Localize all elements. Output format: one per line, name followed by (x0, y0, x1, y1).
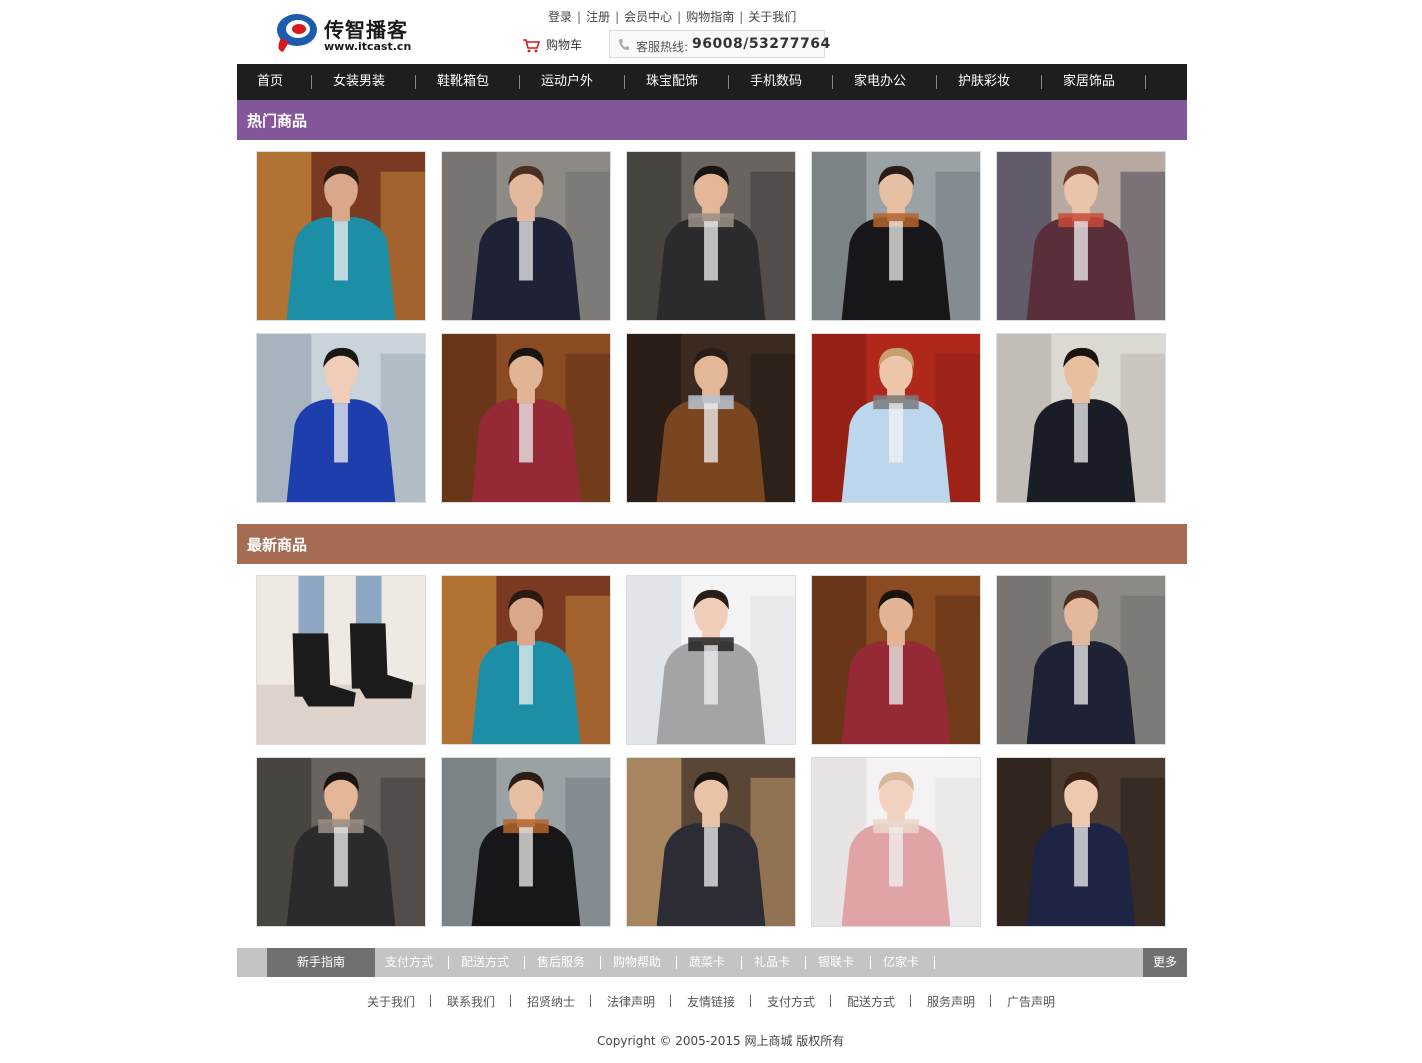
service-hotline: 客服热线: 96008/53277764 (609, 30, 830, 58)
new-products-header: 最新商品 (237, 524, 1187, 564)
footer-link-legal[interactable]: 法律声明 (607, 993, 655, 1010)
hotline-number: 96008/53277764 (692, 36, 831, 52)
hot-product-1[interactable] (256, 151, 426, 321)
cart-link[interactable]: 购物车 (522, 36, 582, 53)
nav-item-appliances[interactable]: 家电办公 (854, 64, 906, 100)
man-black-hoodie-icon (442, 758, 610, 926)
nav-item-shoes-bags[interactable]: 鞋靴箱包 (437, 64, 489, 100)
footer-help-bar: 新手指南 支付方式 配送方式 售后服务 购物帮助 蔬菜卡 礼品卡 银联卡 亿家卡… (237, 948, 1187, 977)
new-product-7[interactable] (441, 757, 611, 927)
woman-grey-dress-icon (627, 576, 795, 744)
footer-link-ads[interactable]: 广告声明 (1007, 993, 1055, 1010)
footer-item-payment[interactable]: 支付方式 (385, 948, 433, 977)
new-product-1[interactable] (256, 575, 426, 745)
man-scarf-skateboard-icon (627, 152, 795, 320)
login-link[interactable]: 登录 (548, 10, 572, 24)
brand-url: www.itcast.cn (324, 40, 412, 53)
copyright: Copyright © 2005-2015 网上商城 版权所有 (597, 1034, 845, 1048)
woman-dark-coat-icon (627, 758, 795, 926)
nav-item-digital[interactable]: 手机数码 (750, 64, 802, 100)
new-product-8[interactable] (626, 757, 796, 927)
new-products-title: 最新商品 (247, 536, 308, 554)
footer-link-delivery[interactable]: 配送方式 (847, 993, 895, 1010)
footer-link-payment[interactable]: 支付方式 (767, 993, 815, 1010)
footer-item-yijia-card[interactable]: 亿家卡 (883, 948, 919, 977)
footer-item-after-sales[interactable]: 售后服务 (537, 948, 585, 977)
footer-item-gift-card[interactable]: 礼品卡 (754, 948, 790, 977)
footer-link-contact[interactable]: 联系我们 (447, 993, 495, 1010)
footer-tab-newbie-guide[interactable]: 新手指南 (267, 948, 375, 977)
cart-label: 购物车 (546, 38, 583, 52)
nav-item-home[interactable]: 首页 (257, 64, 283, 100)
hot-product-7[interactable] (441, 333, 611, 503)
footer-link-about[interactable]: 关于我们 (367, 993, 415, 1010)
woman-pink-sweater-icon (812, 758, 980, 926)
logo-mark-icon (277, 14, 317, 52)
hot-product-6[interactable] (256, 333, 426, 503)
man-teal-jacket-icon (442, 576, 610, 744)
new-product-5[interactable] (996, 575, 1166, 745)
man-navy-knit-jacket-icon (997, 576, 1165, 744)
footer-links: 关于我们 联系我们 招贤纳士 法律声明 友情链接 支付方式 配送方式 服务声明 … (0, 993, 1422, 1009)
man-brown-jacket-icon (627, 334, 795, 502)
new-product-6[interactable] (256, 757, 426, 927)
brand-logo[interactable]: 传智播客 www.itcast.cn (273, 8, 413, 58)
footer-item-vegetable-card[interactable]: 蔬菜卡 (689, 948, 725, 977)
hot-product-10[interactable] (996, 333, 1166, 503)
man-navy-knit-jacket-icon (442, 152, 610, 320)
woman-blue-sweater-icon (257, 334, 425, 502)
new-product-10[interactable] (996, 757, 1166, 927)
man-scarf-skateboard-icon (257, 758, 425, 926)
man-teal-jacket-icon (257, 152, 425, 320)
footer-more-button[interactable]: 更多 (1143, 948, 1187, 977)
hot-product-4[interactable] (811, 151, 981, 321)
footer-item-delivery[interactable]: 配送方式 (461, 948, 509, 977)
nav-item-sports[interactable]: 运动户外 (541, 64, 593, 100)
man-black-jacket-icon (997, 334, 1165, 502)
member-center-link[interactable]: 会员中心 (624, 10, 672, 24)
footer-item-unionpay-card[interactable]: 银联卡 (818, 948, 854, 977)
man-red-sweater-icon (812, 576, 980, 744)
brand-name: 传智播客 (324, 18, 408, 42)
woman-navy-coat-icon (997, 758, 1165, 926)
phone-icon (619, 39, 629, 51)
black-ankle-boots-icon (257, 576, 425, 744)
hot-product-2[interactable] (441, 151, 611, 321)
hot-products-title: 热门商品 (247, 112, 308, 130)
hot-product-3[interactable] (626, 151, 796, 321)
about-us-link[interactable]: 关于我们 (748, 10, 796, 24)
hot-product-9[interactable] (811, 333, 981, 503)
cart-icon (523, 38, 541, 52)
new-product-2[interactable] (441, 575, 611, 745)
footer-item-shopping-help[interactable]: 购物帮助 (613, 948, 661, 977)
hot-products-header: 热门商品 (237, 100, 1187, 140)
nav-item-jewelry[interactable]: 珠宝配饰 (646, 64, 698, 100)
man-red-sweater-icon (442, 334, 610, 502)
footer-link-service[interactable]: 服务声明 (927, 993, 975, 1010)
new-product-9[interactable] (811, 757, 981, 927)
main-nav: 首页 女装男装 鞋靴箱包 运动户外 珠宝配饰 手机数码 家电办公 护肤彩妆 家居… (237, 64, 1187, 100)
nav-item-apparel[interactable]: 女装男装 (333, 64, 385, 100)
nav-item-home-decor[interactable]: 家居饰品 (1063, 64, 1115, 100)
hot-product-5[interactable] (996, 151, 1166, 321)
register-link[interactable]: 注册 (586, 10, 610, 24)
hotline-label: 客服热线: (636, 40, 689, 54)
nav-item-cosmetics[interactable]: 护肤彩妆 (958, 64, 1010, 100)
shopping-guide-link[interactable]: 购物指南 (686, 10, 734, 24)
man-light-blue-shirt-icon (812, 334, 980, 502)
hot-product-8[interactable] (626, 333, 796, 503)
footer-link-careers[interactable]: 招贤纳士 (527, 993, 575, 1010)
man-black-hoodie-icon (812, 152, 980, 320)
new-product-4[interactable] (811, 575, 981, 745)
woman-patterned-sweater-icon (997, 152, 1165, 320)
top-links: 登录 | 注册 | 会员中心 | 购物指南 | 关于我们 (548, 10, 797, 24)
new-product-3[interactable] (626, 575, 796, 745)
footer-link-partners[interactable]: 友情链接 (687, 993, 735, 1010)
